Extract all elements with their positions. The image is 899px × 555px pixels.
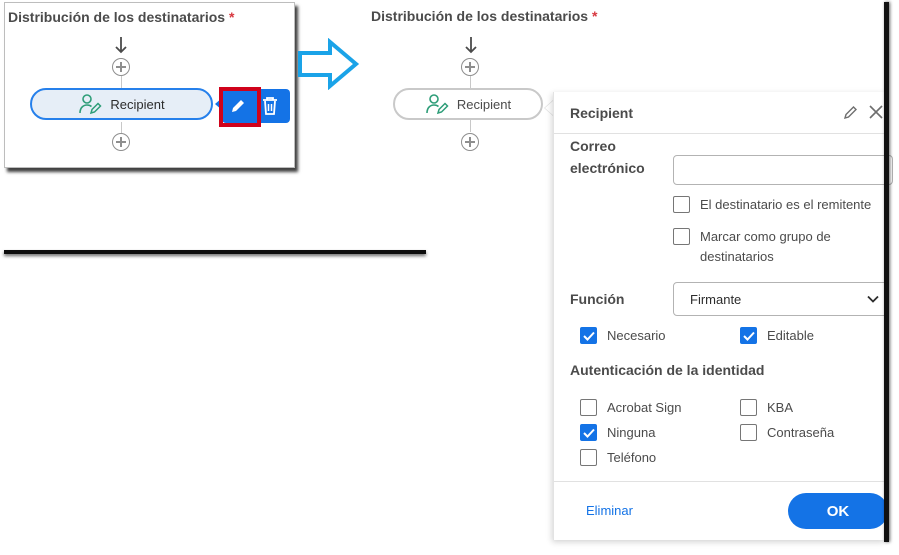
- arrow-down-icon: [115, 37, 127, 54]
- required-option[interactable]: Necesario: [580, 326, 666, 346]
- dialog-title: Recipient: [570, 105, 634, 121]
- required-mark: *: [228, 9, 235, 25]
- editable-checkbox[interactable]: [740, 327, 757, 344]
- required-checkbox[interactable]: [580, 327, 597, 344]
- trash-icon: [263, 97, 277, 115]
- auth-title: Autenticación de la identidad: [570, 362, 765, 378]
- panel-shadow-edge: [4, 250, 426, 254]
- auth-checkbox-kba[interactable]: [740, 399, 757, 416]
- add-step-below-button[interactable]: [461, 133, 479, 151]
- arrow-down-icon: [465, 37, 477, 54]
- user-edit-icon: [426, 94, 449, 115]
- recipient-group-checkbox[interactable]: [673, 228, 690, 245]
- checkmark-icon: [742, 331, 755, 341]
- pencil-icon[interactable]: [843, 104, 859, 120]
- user-edit-icon: [79, 94, 102, 115]
- auth-checkbox-password[interactable]: [740, 424, 757, 441]
- section-title-after: Distribución de los destinatarios *: [371, 8, 598, 24]
- auth-option-password[interactable]: Contraseña: [740, 423, 834, 443]
- close-icon[interactable]: [868, 104, 884, 120]
- chevron-down-icon: [867, 295, 879, 303]
- auth-checkbox-phone[interactable]: [580, 449, 597, 466]
- recipient-properties-dialog: Recipient Correo electrónico El destinat…: [553, 92, 893, 540]
- role-select[interactable]: Firmante: [673, 282, 888, 316]
- editable-option[interactable]: Editable: [740, 326, 814, 346]
- sender-is-recipient-option[interactable]: El destinatario es el remitente: [673, 195, 871, 215]
- recipient-flow-panel-before: Distribución de los destinatarios * Reci…: [4, 2, 295, 168]
- auth-option-phone[interactable]: Teléfono: [580, 448, 656, 468]
- auth-option-ninguna[interactable]: Ninguna: [580, 423, 655, 443]
- add-step-below-button[interactable]: [112, 133, 130, 151]
- checkmark-icon: [582, 428, 595, 438]
- recipient-node-label: Recipient: [456, 96, 512, 112]
- checkmark-icon: [582, 331, 595, 341]
- sender-is-recipient-checkbox[interactable]: [673, 196, 690, 213]
- auth-option-acrobat-sign[interactable]: Acrobat Sign: [580, 398, 681, 418]
- role-select-value: Firmante: [690, 291, 742, 307]
- auth-checkbox-acrobat-sign[interactable]: [580, 399, 597, 416]
- recipient-node-after[interactable]: Recipient: [393, 88, 543, 120]
- recipient-node-label: Recipient: [110, 96, 165, 112]
- transition-arrow-icon: [298, 38, 360, 90]
- recipient-node[interactable]: Recipient: [30, 88, 213, 120]
- auth-checkbox-ninguna[interactable]: [580, 424, 597, 441]
- auth-option-kba[interactable]: KBA: [740, 398, 793, 418]
- edit-button-highlight: [219, 87, 261, 127]
- add-step-above-button[interactable]: [461, 58, 479, 76]
- add-step-above-button[interactable]: [112, 58, 130, 76]
- role-label: Función: [570, 291, 625, 307]
- section-title: Distribución de los destinatarios *: [8, 9, 235, 25]
- dialog-header-divider: [554, 133, 885, 134]
- delete-link[interactable]: Eliminar: [586, 503, 633, 518]
- screenshot-shadow-edge: [884, 2, 889, 542]
- dialog-footer-divider: [554, 481, 885, 482]
- email-label: Correo electrónico: [570, 138, 645, 176]
- email-input[interactable]: [673, 155, 893, 185]
- recipient-group-option[interactable]: Marcar como grupo de destinatarios: [673, 227, 831, 267]
- ok-button[interactable]: OK: [788, 493, 888, 529]
